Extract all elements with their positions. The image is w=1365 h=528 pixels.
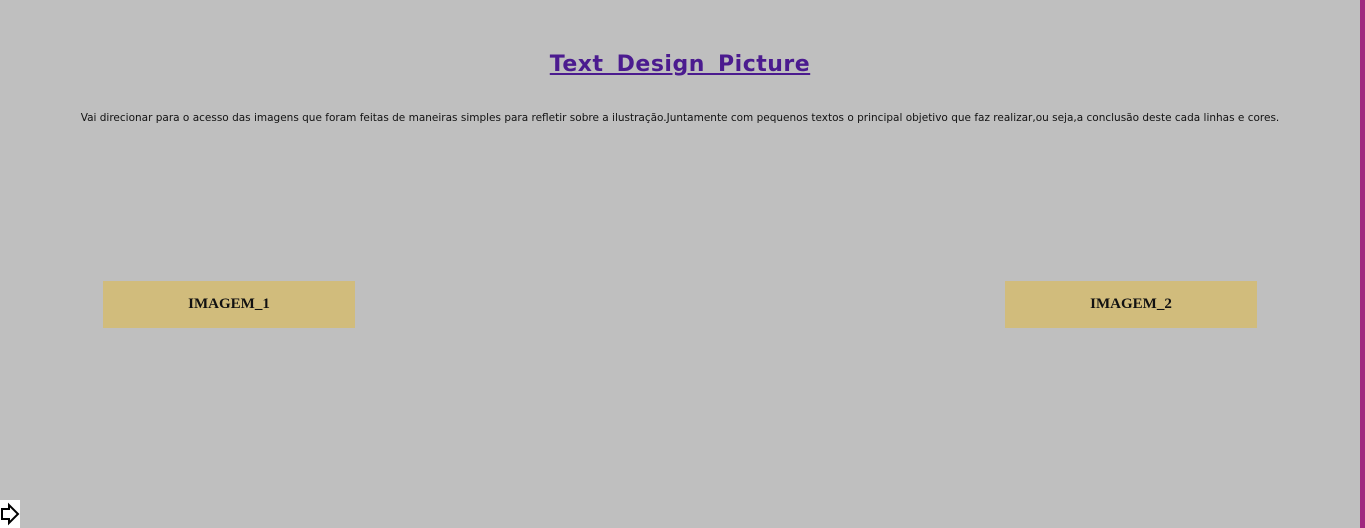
- right-edge-bar: [1360, 0, 1365, 528]
- arrow-right-icon[interactable]: [0, 500, 20, 528]
- imagem-1-button[interactable]: IMAGEM_1: [103, 281, 355, 328]
- page-title[interactable]: Text Design Picture: [0, 50, 1360, 80]
- page-description: Vai direcionar para o acesso das imagens…: [80, 112, 1280, 124]
- imagem-2-button[interactable]: IMAGEM_2: [1005, 281, 1257, 328]
